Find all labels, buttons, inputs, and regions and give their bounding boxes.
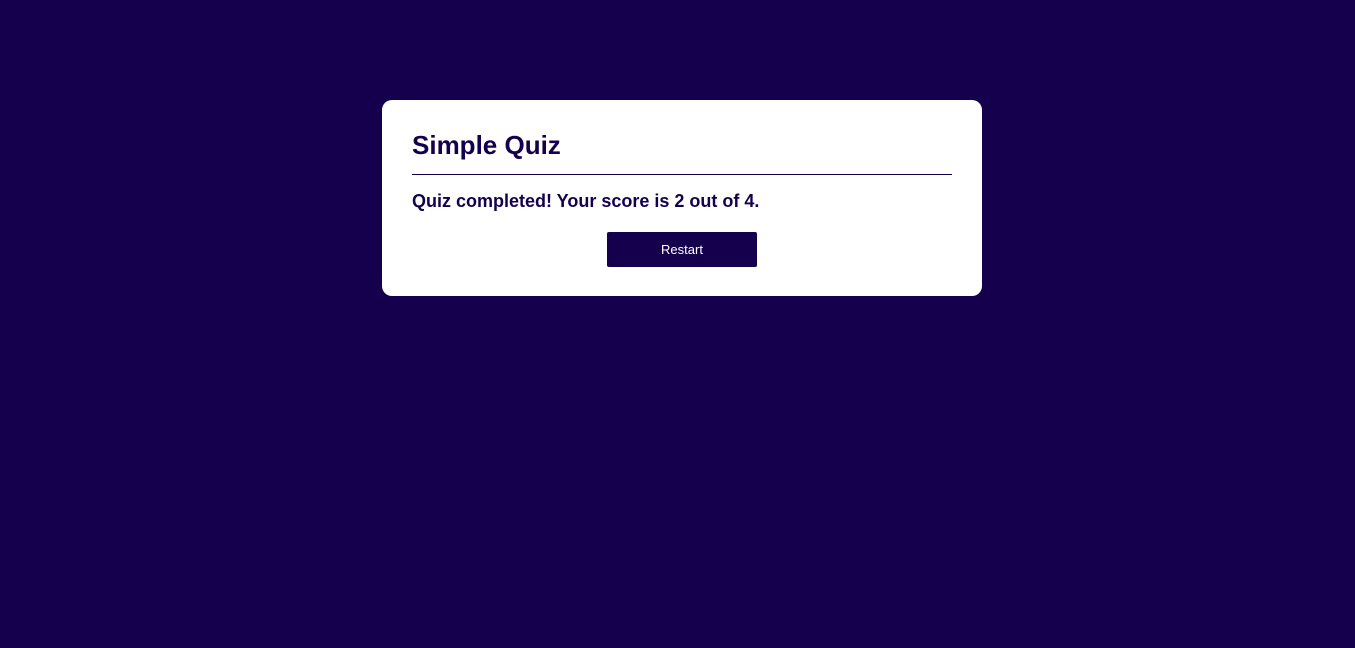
title-divider bbox=[412, 174, 952, 175]
quiz-card: Simple Quiz Quiz completed! Your score i… bbox=[382, 100, 982, 296]
quiz-actions: Restart bbox=[412, 232, 952, 267]
score-message: Quiz completed! Your score is 2 out of 4… bbox=[412, 191, 760, 211]
quiz-title: Simple Quiz bbox=[412, 130, 561, 160]
restart-button[interactable]: Restart bbox=[607, 232, 757, 267]
